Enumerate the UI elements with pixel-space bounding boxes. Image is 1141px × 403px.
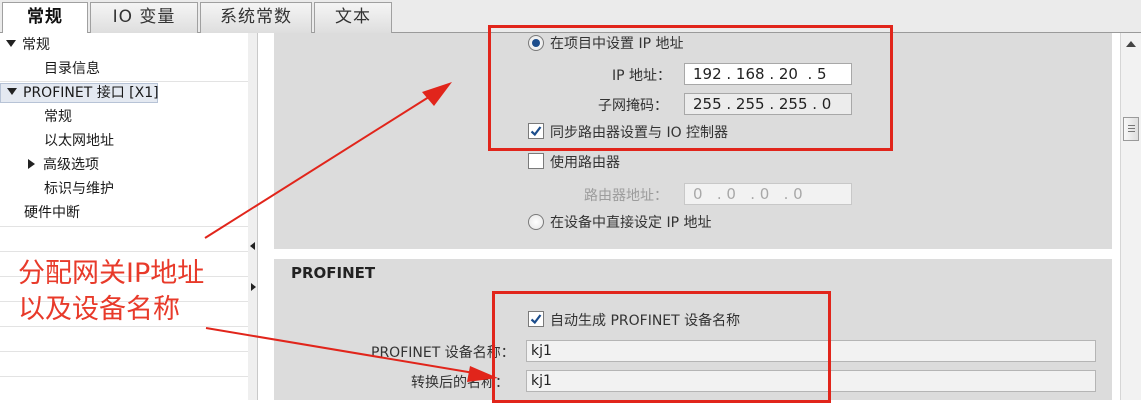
tree-divider	[0, 251, 248, 252]
annotation-line-1: 分配网关IP地址	[18, 258, 205, 289]
tree-divider	[0, 81, 248, 82]
tree-item-ethernet-address[interactable]: 以太网地址	[44, 131, 114, 151]
tree-item-advanced-options[interactable]: 高级选项	[28, 155, 99, 175]
use-router-label: 使用路由器	[550, 155, 620, 171]
tree-item-identification[interactable]: 标识与维护	[44, 179, 114, 199]
profinet-section-title: PROFINET	[291, 264, 376, 282]
tree-item-pn-general[interactable]: 常规	[44, 107, 72, 127]
annotation-text: 分配网关IP地址 以及设备名称	[18, 256, 204, 328]
expanded-triangle-icon[interactable]	[7, 88, 17, 95]
radio-set-ip-on-device[interactable]	[528, 214, 544, 230]
annotation-line-2: 以及设备名称	[18, 294, 180, 325]
expanded-triangle-icon[interactable]	[6, 40, 16, 47]
tab-general[interactable]: 常规	[2, 2, 88, 34]
tree-divider	[0, 351, 248, 352]
panel-splitter[interactable]	[248, 33, 258, 400]
vertical-scrollbar[interactable]	[1120, 33, 1141, 400]
tree-item-general[interactable]: 常规	[6, 35, 50, 55]
expand-right-icon[interactable]	[251, 283, 256, 291]
tree-item-catalog-info[interactable]: 目录信息	[44, 59, 100, 79]
tree-item-hardware-interrupt[interactable]: 硬件中断	[24, 203, 80, 223]
tree-item-label: PROFINET 接口 [X1]	[23, 85, 159, 101]
collapse-left-icon[interactable]	[250, 242, 255, 250]
name-highlight-box	[492, 291, 831, 403]
tab-texts[interactable]: 文本	[314, 2, 392, 33]
tree-divider	[0, 226, 248, 227]
checkbox-use-router[interactable]	[528, 153, 544, 169]
navigation-tree: 常规 目录信息 PROFINET 接口 [X1] 常规 以太网地址 高级选项 标…	[0, 33, 249, 400]
collapsed-triangle-icon[interactable]	[28, 159, 35, 169]
router-address-field[interactable]: 0 . 0 . 0 . 0	[684, 183, 852, 205]
tree-item-label: 高级选项	[43, 157, 99, 173]
tree-item-profinet-interface[interactable]: PROFINET 接口 [X1]	[0, 83, 159, 103]
tree-item-label: 常规	[22, 37, 50, 53]
router-address-label: 路由器地址：	[584, 188, 668, 204]
tab-system-constants[interactable]: 系统常数	[200, 2, 312, 33]
scroll-up-arrow-icon[interactable]	[1126, 41, 1136, 47]
scrollbar-thumb[interactable]	[1123, 117, 1139, 141]
set-ip-on-device-label: 在设备中直接设定 IP 地址	[550, 215, 712, 231]
ip-highlight-box	[488, 25, 893, 151]
tree-divider	[0, 376, 248, 377]
tab-io-tags[interactable]: IO 变量	[90, 2, 198, 33]
